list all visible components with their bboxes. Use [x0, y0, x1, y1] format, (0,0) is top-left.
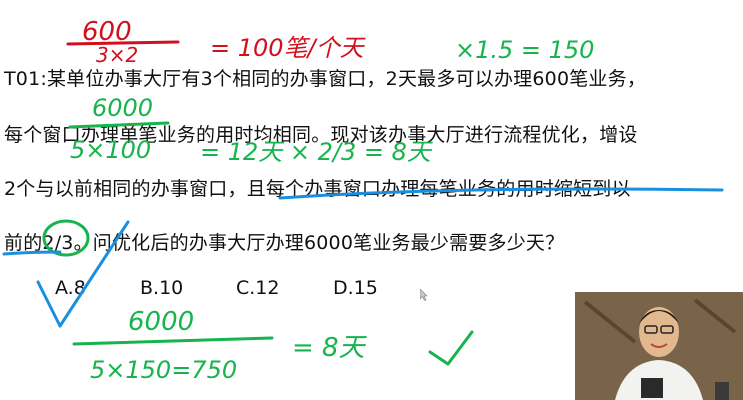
- lecture-slide: T01:某单位办事大厅有3个相同的办事窗口，2天最多可以办理600笔业务， 每个…: [0, 0, 743, 400]
- green-circle-2-3: [42, 219, 90, 257]
- mouse-cursor-icon: [420, 289, 428, 301]
- green-rate-increase: ×1.5 = 150: [455, 36, 594, 64]
- green-mid-denominator: 5×100: [70, 136, 151, 164]
- blue-underline: [278, 187, 724, 200]
- red-result: = 100笔/个天: [210, 34, 367, 62]
- green-mid-bar: [68, 121, 170, 129]
- red-fraction-denominator: 3×2: [96, 43, 138, 67]
- green-mid-result: = 12天 × 2/3 = 8天: [200, 138, 434, 166]
- green-bottom-numerator: 6000: [128, 307, 194, 337]
- presenter-figure: [575, 292, 743, 400]
- green-bottom-result: = 8天: [292, 333, 368, 363]
- green-bottom-denominator: 5×150=750: [90, 356, 237, 384]
- blue-underline-short: [2, 250, 62, 256]
- green-checkmark-icon: [428, 330, 474, 366]
- blue-checkmark-icon: [36, 220, 130, 328]
- presenter-webcam: [575, 292, 743, 400]
- green-bottom-bar: [72, 336, 274, 346]
- green-mid-numerator: 6000: [92, 94, 153, 122]
